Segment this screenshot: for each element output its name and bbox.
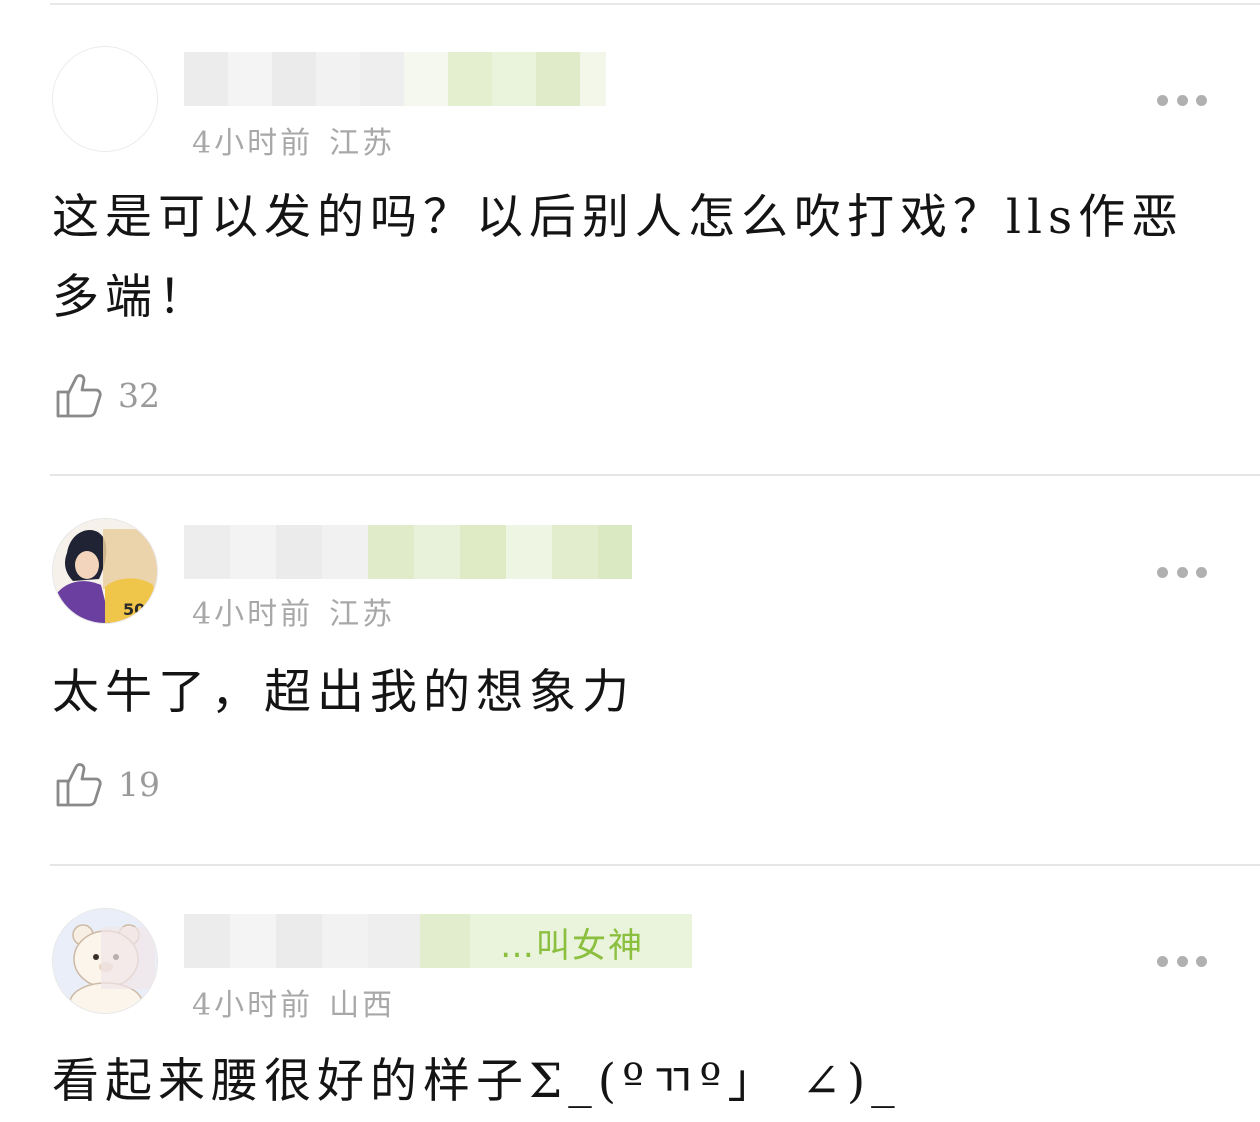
- avatar-image: 50: [53, 519, 157, 623]
- timestamp: 4小时前: [192, 126, 314, 161]
- timestamp: 4小时前: [192, 597, 314, 632]
- comment-text: 看起来腰很好的样子Σ_(ºㄲº」 ∠)_: [52, 1054, 901, 1109]
- location: 江苏: [329, 597, 396, 632]
- more-icon[interactable]: [1157, 565, 1207, 579]
- location: 山西: [329, 988, 396, 1023]
- comment-meta: 4小时前 江苏: [192, 118, 411, 162]
- username[interactable]: …叫女神: [500, 918, 644, 967]
- username-blurred[interactable]: [184, 525, 632, 579]
- thumbs-up-icon: [56, 763, 102, 807]
- comment-text: 这是可以发的吗？以后别人怎么吹打戏？lls作恶多端！: [52, 190, 1185, 325]
- thumbs-up-icon: [56, 374, 102, 418]
- divider: [50, 474, 1260, 476]
- username-blurred[interactable]: [184, 52, 606, 106]
- location: 江苏: [329, 126, 396, 161]
- more-icon[interactable]: [1157, 93, 1207, 107]
- avatar[interactable]: [52, 46, 158, 152]
- avatar[interactable]: [52, 908, 158, 1014]
- avatar-image: [53, 909, 157, 1013]
- svg-text:50: 50: [123, 600, 145, 619]
- like-button[interactable]: 32: [54, 370, 160, 420]
- comment-item: …叫女神 4小时前 山西 看起来腰很好的样子Σ_(ºㄲº」 ∠)_: [0, 866, 1260, 1116]
- more-icon[interactable]: [1157, 954, 1207, 968]
- comment-meta: 4小时前 江苏: [192, 589, 411, 633]
- like-count: 32: [118, 375, 160, 415]
- avatar[interactable]: 50: [52, 518, 158, 624]
- comment-item: 50 4小时前 江苏 太牛了，超出我的想象力 19: [0, 477, 1260, 866]
- comment-item: 4小时前 江苏 这是可以发的吗？以后别人怎么吹打戏？lls作恶多端！ 32: [0, 0, 1260, 476]
- like-button[interactable]: 19: [54, 759, 160, 809]
- comment-meta: 4小时前 山西: [192, 980, 411, 1024]
- comment-text: 太牛了，超出我的想象力: [52, 665, 635, 720]
- timestamp: 4小时前: [192, 988, 314, 1023]
- like-count: 19: [118, 764, 160, 804]
